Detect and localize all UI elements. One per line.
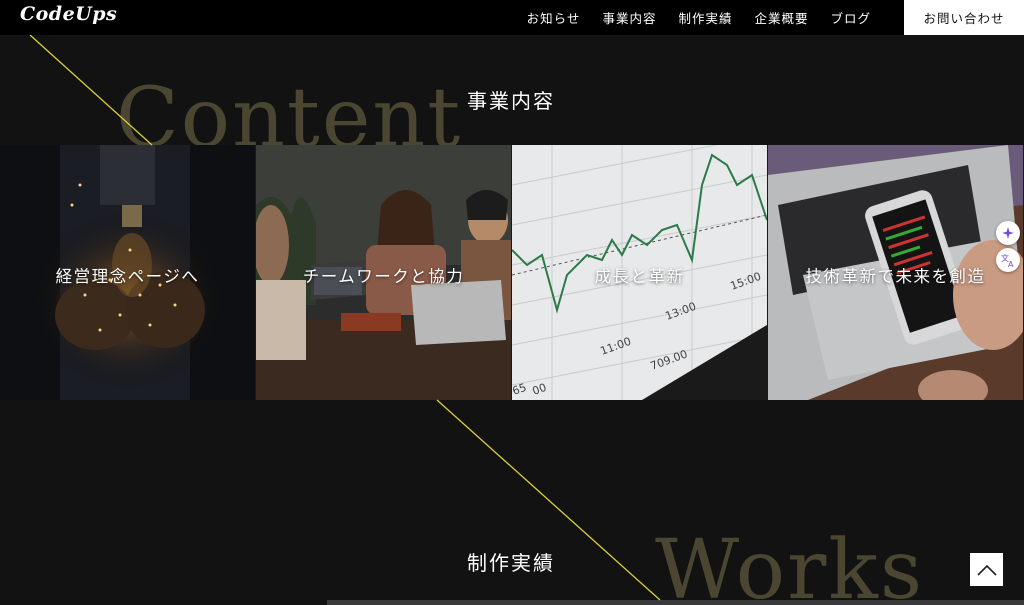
card-label: 技術革新で未来を創造	[805, 267, 986, 286]
sparkle-icon[interactable]	[996, 221, 1020, 245]
card-teamwork[interactable]: チームワークと協力	[256, 145, 511, 400]
nav-item-blog[interactable]: ブログ	[819, 8, 882, 27]
works-section-title: 制作実績	[467, 551, 555, 575]
works-background-word: Works	[655, 523, 925, 605]
back-to-top-button[interactable]	[970, 553, 1003, 586]
nav-item-works[interactable]: 制作実績	[667, 8, 743, 27]
card-innovation[interactable]: 技術革新で未来を創造	[768, 145, 1023, 400]
nav-item-news[interactable]: お知らせ	[516, 8, 592, 27]
card-philosophy[interactable]: 経営理念ページへ	[0, 145, 255, 400]
content-section-title: 事業内容	[467, 89, 555, 113]
card-label: 経営理念ページへ	[55, 267, 200, 286]
nav-item-business[interactable]: 事業内容	[591, 8, 667, 27]
works-section-edge	[327, 600, 1024, 605]
chevron-up-icon	[976, 564, 997, 576]
business-cards: 経営理念ページへ チームワークと協力 13:00 11:00 15:00 709…	[0, 145, 1024, 400]
card-label: 成長と革新	[594, 267, 685, 286]
main-nav: お知らせ 事業内容 制作実績 企業概要 ブログ	[516, 0, 882, 35]
contact-button[interactable]: お問い合わせ	[904, 0, 1024, 35]
nav-item-company[interactable]: 企業概要	[743, 8, 819, 27]
site-logo[interactable]: CodeUps	[20, 3, 117, 25]
card-growth[interactable]: 13:00 11:00 15:00 709.00 65 00 成長と革新	[512, 145, 767, 400]
svg-text:A: A	[1008, 260, 1014, 268]
card-label: チームワークと協力	[302, 267, 465, 286]
translate-icon[interactable]: 文 A	[996, 248, 1020, 272]
site-header: CodeUps お知らせ 事業内容 制作実績 企業概要 ブログ お問い合わせ	[0, 0, 1024, 35]
